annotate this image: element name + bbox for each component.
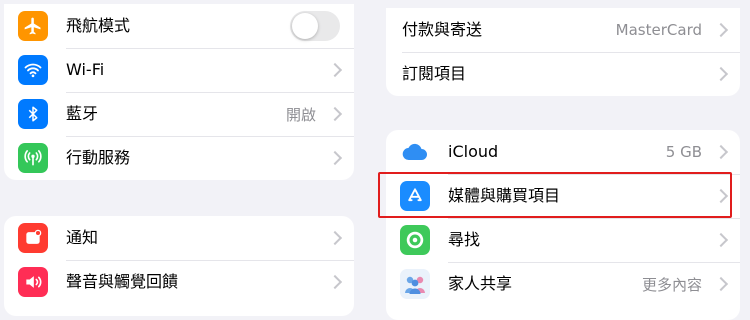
highlight-box	[378, 172, 732, 218]
cellular-icon	[18, 143, 48, 173]
subscriptions-label: 訂閱項目	[402, 64, 467, 83]
notifications-label: 通知	[66, 228, 99, 247]
chevron-right-icon	[327, 150, 343, 166]
chevron-right-icon	[713, 232, 729, 248]
family-sharing-label: 家人共享	[448, 274, 513, 293]
chevron-right-icon	[713, 22, 729, 38]
settings-group-icloud: iCloud 5 GB 媒體與購買項目 尋找 家人共享 更多內容	[386, 130, 740, 320]
icloud-storage-value: 5 GB	[665, 143, 702, 161]
settings-row-wifi[interactable]: Wi-Fi	[4, 48, 354, 92]
family-sharing-value: 更多內容	[641, 275, 702, 294]
chevron-right-icon	[713, 144, 729, 160]
sounds-label: 聲音與觸覺回饋	[66, 272, 179, 291]
settings-group-payment: 付款與寄送 MasterCard 訂閱項目	[386, 8, 740, 96]
family-sharing-icon	[400, 269, 430, 299]
settings-row-notifications[interactable]: 通知	[4, 216, 354, 260]
sounds-icon	[18, 267, 48, 297]
settings-row-sounds[interactable]: 聲音與觸覺回饋	[4, 260, 354, 304]
chevron-right-icon	[327, 274, 343, 290]
airplane-mode-label: 飛航模式	[66, 16, 131, 35]
settings-row-bluetooth[interactable]: 藍牙 開啟	[4, 92, 354, 136]
payment-method-value: MasterCard	[615, 21, 702, 39]
settings-row-subscriptions[interactable]: 訂閱項目	[386, 52, 740, 96]
wifi-label: Wi-Fi	[66, 60, 105, 79]
chevron-right-icon	[713, 276, 729, 292]
chevron-right-icon	[327, 106, 343, 122]
settings-row-airplane-mode[interactable]: 飛航模式	[4, 4, 354, 48]
chevron-right-icon	[327, 230, 343, 246]
bluetooth-icon	[18, 99, 48, 129]
chevron-right-icon	[327, 62, 343, 78]
airplane-mode-toggle[interactable]	[290, 11, 340, 41]
icloud-icon	[400, 137, 430, 167]
bluetooth-label: 藍牙	[66, 104, 99, 123]
wifi-icon	[18, 55, 48, 85]
airplane-icon	[18, 11, 48, 41]
settings-group-notifications: 通知 聲音與觸覺回饋	[4, 216, 354, 316]
settings-row-find-my[interactable]: 尋找	[386, 218, 740, 262]
find-my-icon	[400, 225, 430, 255]
bluetooth-status: 開啟	[285, 105, 316, 124]
notifications-icon	[18, 223, 48, 253]
settings-row-cellular[interactable]: 行動服務	[4, 136, 354, 180]
settings-group-connectivity: 飛航模式 Wi-Fi 藍牙 開啟 行動服務	[4, 4, 354, 180]
settings-row-family-sharing[interactable]: 家人共享 更多內容	[386, 262, 740, 306]
icloud-label: iCloud	[448, 142, 499, 161]
toggle-knob	[292, 13, 318, 39]
settings-row-icloud[interactable]: iCloud 5 GB	[386, 130, 740, 174]
chevron-right-icon	[713, 66, 729, 82]
cellular-label: 行動服務	[66, 148, 131, 167]
find-my-label: 尋找	[448, 230, 481, 249]
payment-shipping-label: 付款與寄送	[402, 20, 483, 39]
settings-row-payment-shipping[interactable]: 付款與寄送 MasterCard	[386, 8, 740, 52]
